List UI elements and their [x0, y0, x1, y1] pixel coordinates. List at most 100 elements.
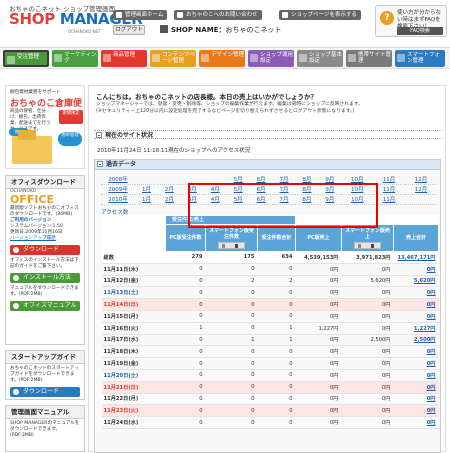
nav-tab-3[interactable]: 商品管理 — [101, 50, 147, 67]
total-sales-link[interactable]: 0円 — [393, 263, 439, 276]
month-link[interactable]: 8月 — [295, 194, 319, 205]
value-cell: 0 — [257, 298, 296, 311]
total-sales-link[interactable]: 0円 — [393, 286, 439, 300]
total-sales-link[interactable]: 0円 — [393, 381, 439, 394]
year-link[interactable]: 2010年 — [101, 194, 135, 205]
past-data-header[interactable]: 過去データ — [95, 160, 440, 170]
admin-home-button[interactable]: 管理画面ホーム — [113, 10, 168, 20]
month-link[interactable]: 4月 — [203, 184, 227, 195]
total-sales-link[interactable]: 0円 — [393, 345, 439, 359]
month-link[interactable]: 9月 — [318, 174, 342, 185]
device-toggle-icon[interactable] — [218, 241, 245, 249]
month-link[interactable]: 1月 — [135, 184, 158, 195]
tab-icon — [54, 54, 62, 62]
nav-tab-9[interactable]: スマートフォン管理 — [395, 50, 445, 67]
month-link — [180, 174, 204, 185]
date-cell: 11月22日(月) — [101, 393, 166, 406]
month-link[interactable]: 7月 — [272, 174, 296, 185]
month-link[interactable]: 10月 — [341, 174, 374, 185]
table-row: 11月24日(水) 0 0 0 0円 0円 0円 — [101, 416, 439, 429]
office-download-button[interactable]: ダウンロード — [10, 245, 80, 255]
limited-badge: 期間限定 — [59, 110, 83, 124]
blank-header — [101, 215, 166, 252]
contact-button[interactable]: おちゃのこへのお問い合わせ — [174, 10, 262, 20]
value-cell: 0円 — [295, 357, 342, 370]
startup-download-button[interactable]: ダウンロード — [10, 387, 80, 397]
office-manual-button[interactable]: オフィスマニュアル — [10, 301, 80, 311]
greeting: こんにちは。おちゃのこネットの店長様。本日の売上はいかがでしょうか？ — [96, 93, 317, 101]
nav-tab-5[interactable]: デザイン管理 — [199, 50, 245, 67]
nav-tab-1[interactable]: 受注管理 — [3, 50, 49, 67]
table-row: 総数 279 175 634 4,539,153円 3,971,823円 13,467,17… — [101, 251, 439, 264]
month-link[interactable]: 1月 — [135, 194, 158, 205]
month-link[interactable]: 3月 — [180, 194, 204, 205]
year-link[interactable]: 2009年 — [101, 184, 135, 195]
month-link[interactable]: 8月 — [295, 174, 319, 185]
faq-search-button[interactable]: FAQ検索 — [397, 27, 443, 35]
faq-box: ? 使い方が分からない時はまずFAQを検索下さい！ FAQ検索 — [375, 5, 447, 37]
site-status-header[interactable]: 現在のサイト状況 — [94, 130, 442, 139]
total-sales-link[interactable]: 0円 — [393, 416, 439, 429]
month-link[interactable]: 9月 — [318, 184, 342, 195]
nav-tab-7[interactable]: ショップ基本設定 — [297, 50, 343, 67]
nav-tab-6[interactable]: ショップ運用設定 — [248, 50, 294, 67]
total-sales-link[interactable]: 2,500円 — [393, 334, 439, 347]
month-link[interactable]: 11月 — [373, 184, 405, 195]
year-link[interactable]: 2008年 — [101, 174, 135, 185]
month-link[interactable]: 9月 — [318, 194, 342, 205]
value-cell: 0 — [165, 286, 206, 300]
month-link[interactable]: 7月 — [272, 194, 296, 205]
value-cell: 0 — [257, 416, 296, 429]
month-link[interactable]: 10月 — [341, 184, 374, 195]
month-link[interactable]: 4月 — [203, 194, 227, 205]
month-link[interactable]: 6月 — [249, 174, 273, 185]
nav-tab-8[interactable]: 携帯サイト管理 — [346, 50, 392, 67]
month-link[interactable]: 10月 — [341, 194, 374, 205]
view-shop-button[interactable]: ショップページを表示する — [279, 10, 361, 20]
table-row: 11月23日(火) 0 0 0 0円 0円 0円 — [101, 404, 439, 418]
value-cell: 0 — [165, 404, 206, 418]
total-sales-link[interactable]: 1,227円 — [393, 322, 439, 335]
value-cell: 0円 — [341, 369, 394, 382]
month-link[interactable]: 6月 — [249, 194, 273, 205]
install-guide-button[interactable]: インストール方法 — [10, 273, 80, 283]
month-link[interactable]: 6月 — [249, 184, 273, 195]
total-orders-header: 受注件数合計 — [257, 224, 296, 252]
month-link[interactable]: 11月 — [373, 194, 405, 205]
month-link[interactable]: 5月 — [226, 174, 250, 185]
month-link[interactable]: 12月 — [404, 184, 437, 195]
month-link[interactable]: 8月 — [295, 184, 319, 195]
device-toggle-icon[interactable] — [354, 241, 381, 249]
value-cell: 3,971,823円 — [341, 251, 394, 264]
value-cell: 2,500円 — [341, 334, 394, 347]
total-sales-link[interactable]: 13,467,171円 — [393, 251, 439, 264]
month-link[interactable]: 3月 — [180, 184, 204, 195]
collapse-icon[interactable] — [96, 132, 102, 138]
warehouse-ad[interactable]: 梱包資材業務をサポート おちゃのこ倉庫便 商品の保管、仕分け、梱包、出荷作業、配… — [5, 85, 85, 169]
value-cell: 1 — [165, 322, 206, 335]
total-sales-link[interactable]: 0円 — [393, 310, 439, 323]
month-link[interactable]: 7月 — [272, 184, 296, 195]
month-link[interactable]: 2月 — [157, 184, 181, 195]
month-link[interactable]: 5月 — [226, 184, 250, 195]
nav-tab-2[interactable]: マーケティング — [52, 50, 98, 67]
value-cell: 0 — [165, 310, 206, 323]
month-link[interactable]: 12月 — [404, 174, 437, 185]
month-link[interactable]: 11月 — [373, 174, 405, 185]
logout-button[interactable]: ログアウト — [113, 25, 145, 35]
total-sales-link[interactable]: 0円 — [393, 298, 439, 311]
month-link[interactable]: 5月 — [226, 194, 250, 205]
total-sales-link[interactable]: 0円 — [393, 357, 439, 370]
total-sales-link[interactable]: 0円 — [393, 369, 439, 382]
version-history-link[interactable]: バージョンアップ履歴 — [6, 236, 84, 242]
total-sales-link[interactable]: 5,620円 — [393, 275, 439, 288]
month-link[interactable]: 2月 — [157, 194, 181, 205]
nav-tab-4[interactable]: コンテンツページ管理 — [150, 50, 196, 67]
main-nav: 受注管理 マーケティング 商品管理 コンテンツページ管理 デザイン管理 ショップ運用設定シ… — [0, 47, 450, 69]
value-cell: 0 — [205, 404, 258, 418]
total-sales-link[interactable]: 0円 — [393, 404, 439, 418]
pc-orders-header: PC版受注件数 — [165, 224, 206, 252]
total-sales-link[interactable]: 0円 — [393, 393, 439, 406]
collapse-icon[interactable] — [97, 161, 103, 167]
value-cell: 1 — [257, 334, 296, 347]
